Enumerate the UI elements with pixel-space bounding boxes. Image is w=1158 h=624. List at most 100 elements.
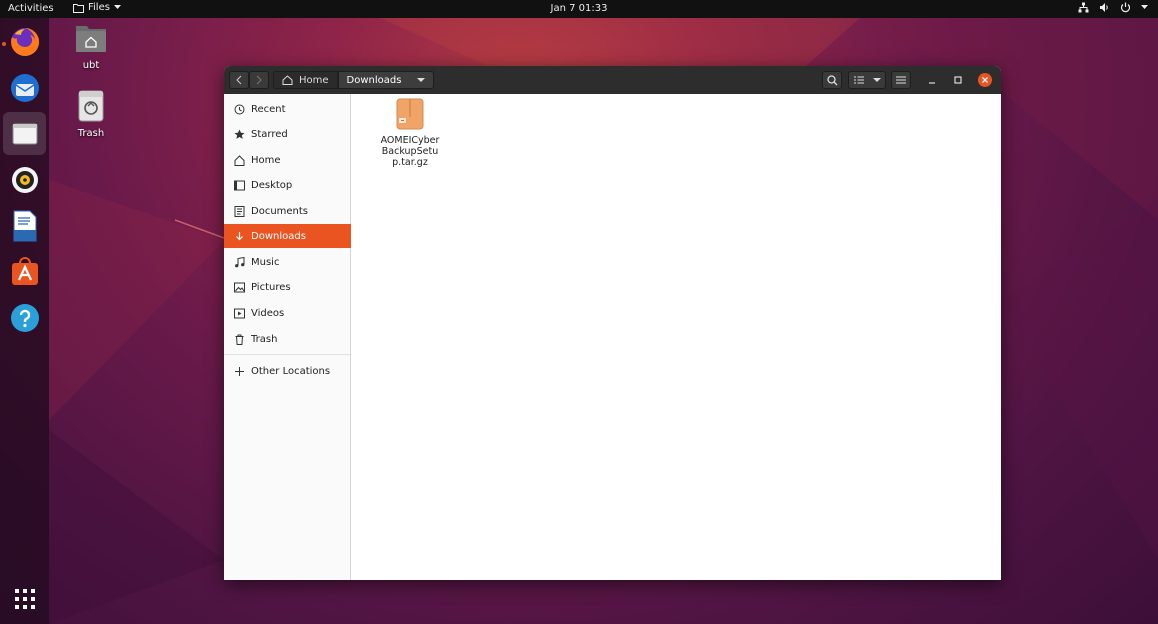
sidebar-item-label: Starred — [251, 128, 288, 140]
software-store-icon — [11, 256, 38, 285]
path-current-button[interactable]: Downloads — [337, 71, 435, 89]
sidebar-item-recent[interactable]: Recent — [224, 97, 351, 121]
document-icon — [234, 205, 244, 217]
minimize-button[interactable] — [925, 73, 939, 87]
caret-down-icon — [1141, 5, 1148, 9]
dock-software[interactable] — [3, 250, 46, 293]
sidebar-item-downloads[interactable]: Downloads — [224, 224, 351, 248]
sidebar-item-label: Home — [251, 154, 281, 166]
star-icon — [234, 129, 244, 139]
forward-button[interactable] — [249, 71, 269, 89]
thunderbird-icon — [10, 73, 39, 102]
sidebar-item-desktop[interactable]: Desktop — [224, 173, 351, 197]
file-name: AOMEICyberBackupSetup.tar.gz — [380, 135, 440, 168]
sidebar-item-music[interactable]: Music — [224, 250, 351, 274]
desktop-icon-label: ubt — [82, 60, 100, 71]
app-menu-label: Files — [88, 2, 110, 13]
picture-icon — [233, 282, 245, 292]
sidebar-item-trash[interactable]: Trash — [224, 327, 351, 351]
archive-icon — [396, 98, 424, 130]
sidebar: Recent Starred Home Desktop Documents Do… — [224, 94, 351, 580]
sidebar-item-starred[interactable]: Starred — [224, 122, 351, 146]
chevron-left-icon — [236, 75, 242, 85]
sidebar-item-label: Trash — [251, 333, 278, 345]
video-icon — [233, 308, 245, 318]
desktop-icon-home[interactable]: ubt — [61, 22, 121, 71]
header-bar: Home Downloads — [224, 66, 1001, 94]
path-bar: Home Downloads — [273, 71, 435, 89]
sidebar-item-label: Music — [251, 256, 280, 268]
rhythmbox-icon — [11, 166, 38, 193]
dock-rhythmbox[interactable] — [3, 158, 46, 201]
minimize-icon — [929, 82, 935, 84]
app-grid-icon — [14, 588, 35, 609]
search-icon — [826, 74, 837, 85]
trash-icon — [235, 334, 243, 345]
clock-icon — [234, 104, 244, 114]
dock-writer[interactable] — [3, 204, 46, 247]
dock-help[interactable] — [3, 296, 46, 339]
file-item[interactable]: AOMEICyberBackupSetup.tar.gz — [378, 98, 442, 168]
path-home-label: Home — [299, 74, 329, 86]
files-icon — [12, 123, 37, 144]
sidebar-separator — [224, 354, 350, 355]
music-icon — [234, 256, 244, 267]
system-tray[interactable] — [1078, 2, 1148, 13]
home-icon — [282, 75, 293, 85]
caret-down-icon — [417, 77, 426, 82]
sidebar-item-videos[interactable]: Videos — [224, 301, 351, 325]
writer-icon — [13, 210, 36, 241]
path-home-button[interactable]: Home — [273, 71, 338, 89]
firefox-icon — [10, 27, 39, 56]
caret-down-icon — [113, 5, 121, 9]
sidebar-item-label: Downloads — [251, 230, 306, 242]
sidebar-item-home[interactable]: Home — [224, 148, 351, 172]
hamburger-menu-icon — [896, 76, 906, 84]
help-icon — [10, 303, 39, 332]
app-menu[interactable]: Files — [73, 2, 121, 13]
volume-icon — [1100, 3, 1108, 12]
sidebar-item-label: Documents — [251, 205, 309, 217]
dock-thunderbird[interactable] — [3, 66, 46, 109]
home-folder-icon — [76, 26, 106, 52]
file-view[interactable]: AOMEICyberBackupSetup.tar.gz — [352, 94, 1001, 580]
main-menu-button[interactable] — [891, 71, 911, 89]
caret-down-icon — [872, 77, 881, 82]
download-icon — [235, 231, 243, 240]
dock — [0, 18, 49, 624]
desktop-icon — [233, 180, 245, 190]
dock-files[interactable] — [3, 112, 46, 155]
back-button[interactable] — [229, 71, 249, 89]
activities-button[interactable]: Activities — [8, 3, 54, 14]
show-applications-button[interactable] — [3, 577, 46, 620]
trash-icon — [78, 90, 104, 122]
chevron-right-icon — [256, 75, 262, 85]
power-icon — [1120, 2, 1131, 13]
sidebar-item-label: Recent — [251, 103, 286, 115]
path-current-label: Downloads — [346, 74, 402, 86]
network-icon — [1078, 2, 1089, 13]
view-toggle-button[interactable] — [848, 71, 886, 89]
home-icon — [234, 154, 244, 166]
dock-firefox[interactable] — [3, 20, 46, 63]
sidebar-item-label: Desktop — [251, 179, 293, 191]
sidebar-item-label: Videos — [251, 307, 285, 319]
sidebar-item-documents[interactable]: Documents — [224, 199, 351, 223]
maximize-button[interactable] — [951, 73, 965, 87]
sidebar-item-label: Other Locations — [251, 365, 331, 377]
folder-icon — [73, 3, 84, 13]
sidebar-item-label: Pictures — [251, 281, 291, 293]
plus-icon — [234, 366, 244, 376]
list-view-icon — [853, 76, 864, 84]
clock[interactable]: Jan 7 01:33 — [551, 3, 608, 14]
desktop-icon-label: Trash — [77, 128, 105, 139]
maximize-icon — [954, 76, 962, 84]
sidebar-item-other-locations[interactable]: Other Locations — [224, 359, 351, 383]
close-button[interactable] — [978, 73, 992, 87]
search-button[interactable] — [822, 71, 842, 89]
close-icon — [982, 77, 988, 83]
files-window: Home Downloads Recent Starred Home Deskt… — [224, 66, 1001, 580]
desktop-icon-trash[interactable]: Trash — [61, 90, 121, 139]
sidebar-item-pictures[interactable]: Pictures — [224, 275, 351, 299]
top-bar: Activities Files Jan 7 01:33 — [0, 0, 1158, 18]
